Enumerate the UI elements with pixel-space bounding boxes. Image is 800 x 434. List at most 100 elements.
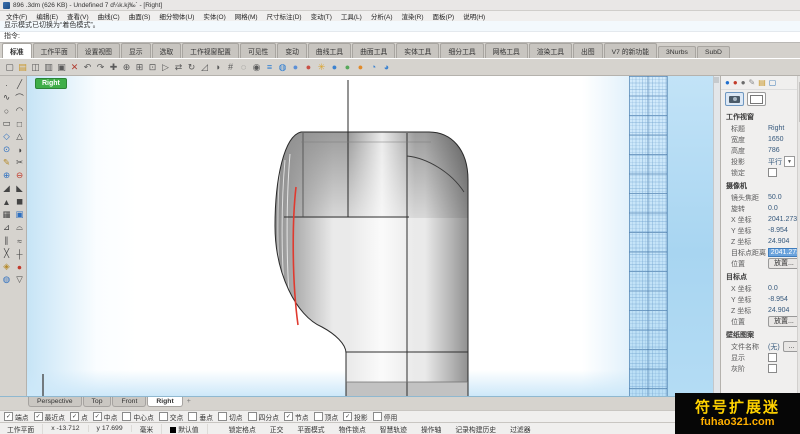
shade-sphere-icon[interactable]: ◍ (0, 273, 13, 286)
drop-icon[interactable]: ▽ (13, 273, 26, 286)
open-file-icon[interactable]: ▤ (16, 61, 29, 74)
panel-place-button[interactable]: 放置... (768, 258, 800, 269)
status-toggle-锁定格点[interactable]: 锁定格点 (222, 424, 263, 434)
menu-item-10[interactable]: 工具(L) (341, 11, 362, 21)
command-input[interactable]: 指令: (0, 32, 800, 42)
toolbar-tab-设置视图[interactable]: 设置视图 (77, 43, 120, 58)
menu-item-11[interactable]: 分析(A) (371, 11, 393, 21)
toolbar-tab-曲面工具[interactable]: 曲面工具 (352, 43, 395, 58)
scrollbar-button[interactable] (714, 77, 719, 83)
osnap-顶点[interactable]: 顶点 (314, 412, 339, 422)
rendered-view-icon[interactable]: ● (302, 61, 315, 74)
toolbar-tab-网格工具[interactable]: 网格工具 (485, 43, 528, 58)
toolbar-tab-显示[interactable]: 显示 (121, 43, 151, 58)
viewport-tab-perspective[interactable]: Perspective (28, 397, 82, 407)
viewport-tab-top[interactable]: Top (83, 397, 112, 407)
sphere-icon[interactable]: ⊙ (0, 143, 13, 156)
osnap-checkbox[interactable]: ✓ (284, 412, 293, 421)
viewport-scrollbar[interactable] (713, 76, 720, 396)
rectangle-icon[interactable]: ▭ (0, 117, 13, 130)
osnap-节点[interactable]: ✓节点 (284, 412, 309, 422)
toolbar-tab-渲染工具[interactable]: 渲染工具 (529, 43, 572, 58)
display-mode-icon[interactable]: ◍ (276, 61, 289, 74)
help-icon[interactable]: ◕ (380, 61, 393, 74)
zoom-extents-icon[interactable]: ⊡ (146, 61, 159, 74)
menu-item-8[interactable]: 尺寸标注(D) (267, 11, 302, 21)
offset-icon[interactable]: ∥ (0, 234, 13, 247)
new-file-icon[interactable]: ▢ (3, 61, 16, 74)
toolbar-tab-标准[interactable]: 标准 (2, 43, 32, 58)
zoom-icon[interactable]: ⊕ (120, 61, 133, 74)
osnap-checkbox[interactable]: ✓ (34, 412, 43, 421)
rotate-icon[interactable]: ↻ (185, 61, 198, 74)
layers-icon[interactable]: ≡ (263, 61, 276, 74)
boolean-difference-icon[interactable]: ⊖ (13, 169, 26, 182)
polyline-icon[interactable]: ╱ (13, 78, 26, 91)
status-toggle-过滤器[interactable]: 过滤器 (503, 424, 537, 434)
toolbar-tab-工作视窗配置[interactable]: 工作视窗配置 (182, 43, 239, 58)
sphere-green-icon[interactable]: ● (341, 61, 354, 74)
display-tab-icon[interactable]: ▢ (769, 78, 777, 87)
sweep-icon[interactable]: ⊿ (0, 221, 13, 234)
osnap-checkbox[interactable] (373, 412, 382, 421)
osnap-切点[interactable]: 切点 (218, 412, 243, 422)
properties-tab-icon[interactable]: ● (725, 78, 730, 87)
panel-checkbox[interactable] (768, 168, 777, 177)
diamond-icon[interactable]: ◇ (0, 130, 13, 143)
osnap-checkbox[interactable] (122, 412, 131, 421)
toolbar-tab-变动[interactable]: 变动 (277, 43, 307, 58)
extrude-icon[interactable]: ▲ (0, 195, 13, 208)
snap-icon[interactable]: ┼ (13, 247, 26, 260)
panel-checkbox[interactable] (768, 364, 777, 373)
toolbar-tab-曲线工具[interactable]: 曲线工具 (308, 43, 351, 58)
toolbar-tab-细分工具[interactable]: 细分工具 (440, 43, 483, 58)
menu-item-5[interactable]: 细分物体(U) (159, 11, 194, 21)
status-toggle-智慧轨迹[interactable]: 智慧轨迹 (373, 424, 414, 434)
menu-item-14[interactable]: 说明(H) (463, 11, 485, 21)
viewport-label-badge[interactable]: Right (35, 78, 67, 89)
pencil-icon[interactable]: ✎ (0, 156, 13, 169)
select-icon[interactable]: ▷ (159, 61, 172, 74)
object-properties-icon[interactable] (747, 92, 766, 106)
toolbar-tab-SubD[interactable]: SubD (697, 46, 730, 58)
library-tab-icon[interactable]: ▤ (758, 78, 766, 87)
osnap-checkbox[interactable] (159, 412, 168, 421)
osnap-投影[interactable]: ✓投影 (343, 412, 368, 422)
menu-item-2[interactable]: 查看(V) (67, 11, 89, 21)
fillet-icon[interactable]: ◢ (0, 182, 13, 195)
osnap-中点[interactable]: ✓中点 (93, 412, 118, 422)
move-icon[interactable]: ⇄ (172, 61, 185, 74)
scissors-icon[interactable]: ✂ (13, 156, 26, 169)
status-toggle-平面模式[interactable]: 平面模式 (290, 424, 331, 434)
mirror-icon[interactable]: ◑ (211, 61, 224, 74)
status-toggle-物件锁点[interactable]: 物件锁点 (332, 424, 373, 434)
osnap-checkbox[interactable] (248, 412, 257, 421)
delete-icon[interactable]: ✕ (68, 61, 81, 74)
surface-icon[interactable]: ▣ (13, 208, 26, 221)
osnap-checkbox[interactable] (218, 412, 227, 421)
hide-icon[interactable]: ◌ (237, 61, 250, 74)
osnap-交点[interactable]: 交点 (159, 412, 184, 422)
osnap-checkbox[interactable]: ✓ (70, 412, 79, 421)
status-toggle-正交[interactable]: 正交 (263, 424, 291, 434)
save-file-icon[interactable]: ◫ (29, 61, 42, 74)
curve-icon[interactable]: ∿ (0, 91, 13, 104)
osnap-最近点[interactable]: ✓最近点 (34, 412, 65, 422)
menu-item-9[interactable]: 变动(T) (311, 11, 332, 21)
arc-icon[interactable]: ⌒ (13, 91, 26, 104)
pan-icon[interactable]: ✚ (107, 61, 120, 74)
scale-icon[interactable]: ◿ (198, 61, 211, 74)
status-toggle-记录构建历史[interactable]: 记录构建历史 (448, 424, 503, 434)
osnap-checkbox[interactable] (188, 412, 197, 421)
status-layer[interactable]: 默认值 (162, 424, 207, 434)
toolbar-tab-可见性[interactable]: 可见性 (240, 43, 276, 58)
gem-icon[interactable]: ◈ (0, 260, 13, 273)
toolbar-tab-3Nurbs[interactable]: 3Nurbs (658, 46, 696, 58)
menu-item-3[interactable]: 曲线(C) (98, 11, 120, 21)
print-icon[interactable]: ▥ (42, 61, 55, 74)
osnap-四分点[interactable]: 四分点 (248, 412, 279, 422)
hemisphere-icon[interactable]: ◑ (13, 143, 26, 156)
osnap-端点[interactable]: ✓端点 (4, 412, 29, 422)
panel-checkbox[interactable] (768, 353, 777, 362)
material-tab-icon[interactable]: ● (741, 78, 746, 87)
